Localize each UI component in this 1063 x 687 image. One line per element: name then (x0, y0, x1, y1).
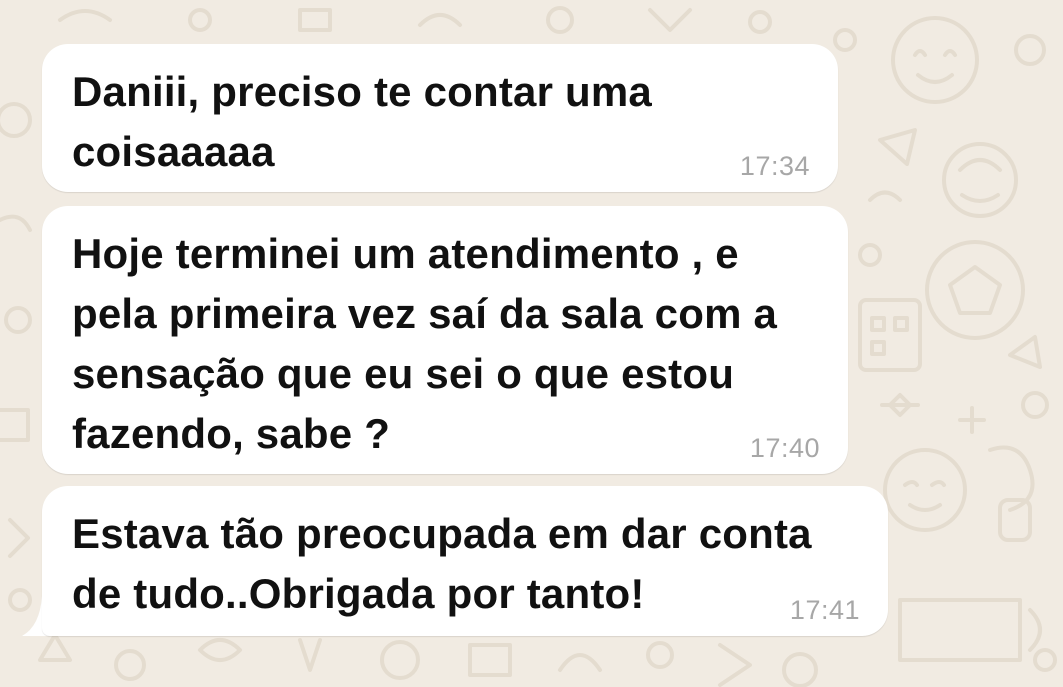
message-timestamp: 17:40 (749, 433, 820, 463)
message-bubble-3[interactable]: Estava tão preocupada em dar conta de tu… (42, 486, 888, 636)
message-bubble-2[interactable]: Hoje terminei um atendimento , e pela pr… (42, 206, 848, 474)
message-text: Daniii, preciso te contar uma coisaaaaa (72, 68, 652, 175)
message-timestamp: 17:34 (739, 151, 810, 181)
message-text: Estava tão preocupada em dar conta de tu… (72, 510, 812, 617)
message-text: Hoje terminei um atendimento , e pela pr… (72, 230, 778, 457)
message-timestamp: 17:41 (789, 595, 860, 625)
message-bubble-1[interactable]: Daniii, preciso te contar uma coisaaaaa … (42, 44, 838, 192)
